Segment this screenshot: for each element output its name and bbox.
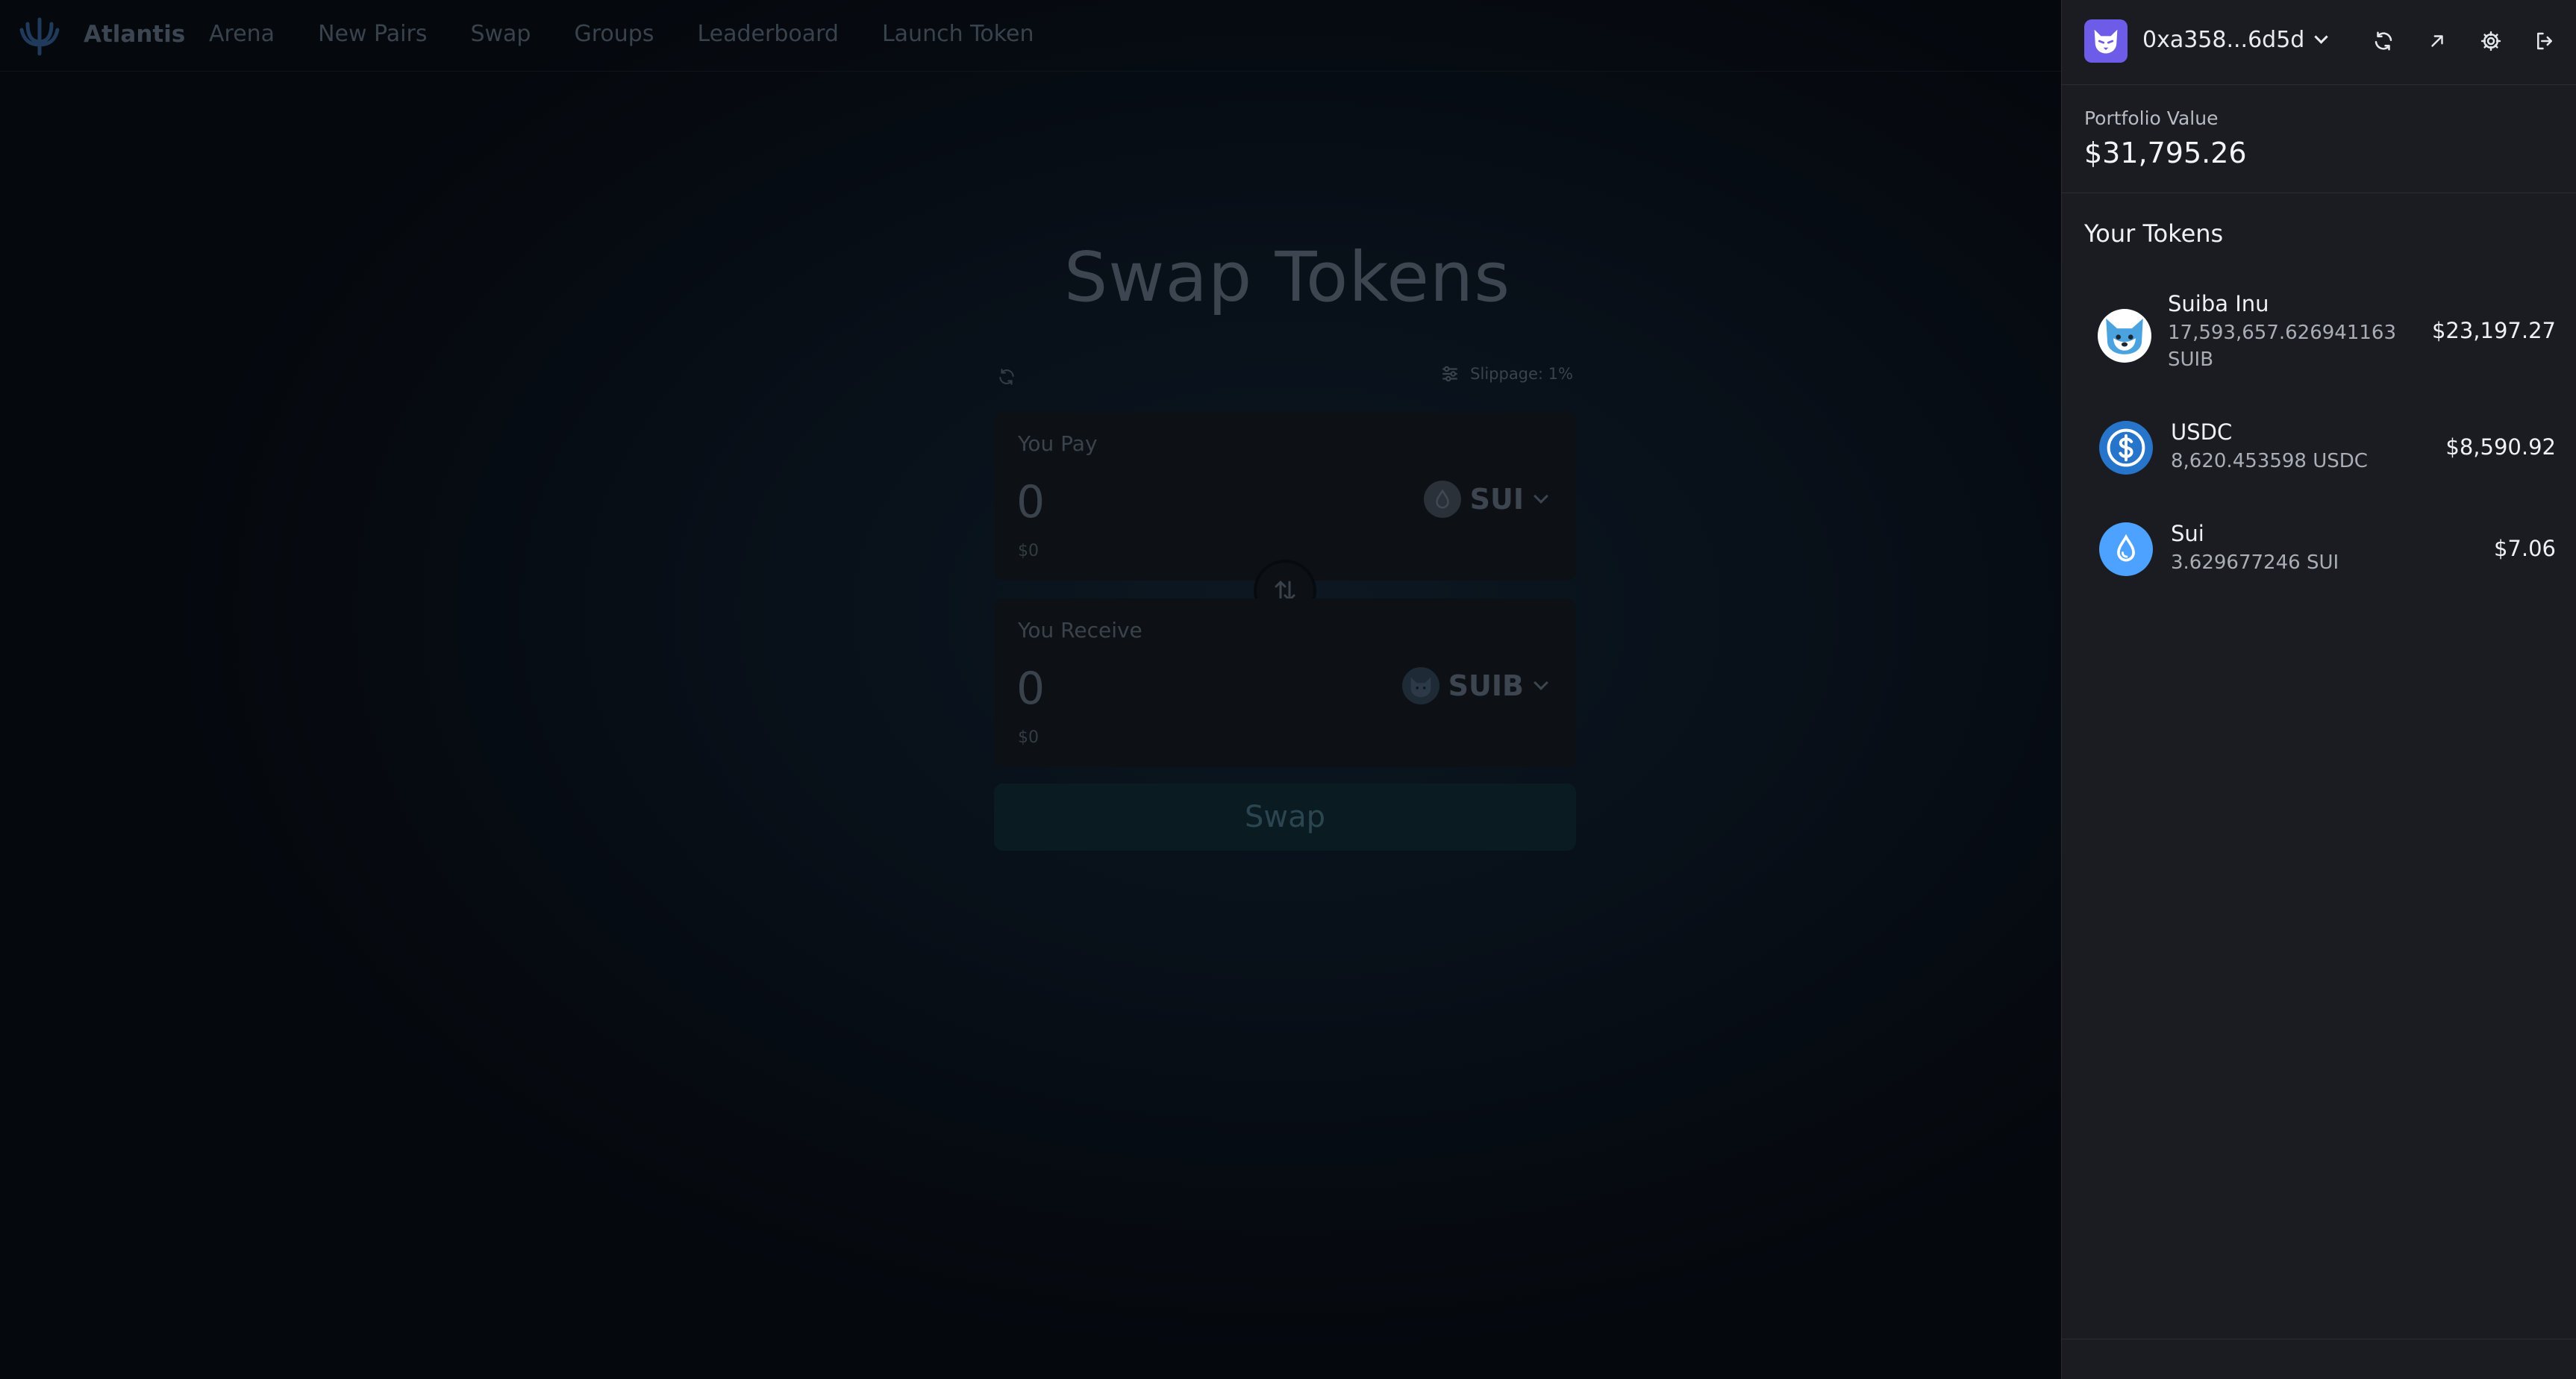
tokens-heading: Your Tokens [2084,219,2224,248]
token-balance: 3.629677246 SUI [2171,551,2339,574]
wallet-address: 0xa358...6d5d [2142,27,2305,53]
token-balance: 8,620.453598 USDC [2171,450,2368,472]
token-name: USDC [2171,419,2233,445]
token-row[interactable]: USDC 8,620.453598 USDC $8,590.92 [2084,419,2556,479]
nav-link-launch-token[interactable]: Launch Token [882,21,1034,47]
wallet-address-dropdown[interactable]: 0xa358...6d5d [2142,27,2329,53]
token-row[interactable]: Suiba Inu 17,593,657.626941163 SUIB $23,… [2084,291,2556,381]
pay-token-selector[interactable]: SUI [1423,481,1548,518]
shiba-icon [2098,309,2151,363]
nav-link-leaderboard[interactable]: Leaderboard [697,21,839,47]
nav-links: Arena New Pairs Swap Groups Leaderboard … [209,21,1077,47]
nav-link-groups[interactable]: Groups [574,21,654,47]
brand-name[interactable]: Atlantis [84,21,185,48]
shiba-icon [1401,667,1439,704]
receive-label: You Receive [1018,618,1142,642]
external-link-icon[interactable] [2422,25,2453,57]
swap-toolbar: Slippage: 1% [984,358,1586,397]
chevron-down-icon [2314,30,2329,44]
token-name: Sui [2171,521,2204,546]
chevron-down-icon [1534,489,1548,504]
gear-icon[interactable] [2475,25,2507,57]
pay-label: You Pay [1018,431,1098,456]
token-balance: 17,593,657.626941163 SUIB [2168,322,2397,371]
token-value: $7.06 [2493,536,2556,561]
app-root: Atlantis Arena New Pairs Swap Groups Lea… [0,0,2576,1379]
pay-token-symbol: SUI [1469,483,1524,516]
pay-usd-value: $0 [1018,542,1039,560]
token-value: $8,590.92 [2445,434,2556,460]
receive-usd-value: $0 [1018,728,1039,747]
receive-amount-input[interactable]: 0 [1016,663,1045,715]
logout-icon[interactable] [2529,25,2560,57]
token-name: Suiba Inu [2168,291,2269,316]
swap-card: Slippage: 1% You Pay 0 $0 SUI You Receiv… [984,352,1586,857]
chevron-down-icon [1534,675,1548,690]
portfolio-value-block: Portfolio Value $31,795.26 [2084,107,2247,169]
avatar[interactable] [2084,19,2128,63]
swap-button[interactable]: Swap [994,784,1576,851]
wallet-actions [2368,25,2560,57]
pay-panel: You Pay 0 $0 SUI [994,412,1576,581]
refresh-icon[interactable] [2368,25,2399,57]
wolf-avatar-icon [2094,29,2118,54]
sui-drop-icon [1423,481,1461,518]
receive-token-selector[interactable]: SUIB [1401,667,1548,704]
token-row[interactable]: Sui 3.629677246 SUI $7.06 [2084,521,2556,581]
slippage-setting[interactable]: Slippage: 1% [1440,364,1573,384]
nav-link-new-pairs[interactable]: New Pairs [318,21,427,47]
nav-link-arena[interactable]: Arena [209,21,275,47]
pay-amount-input[interactable]: 0 [1016,476,1045,528]
slippage-label: Slippage: 1% [1470,365,1573,383]
wallet-header: 0xa358...6d5d [2062,0,2576,85]
wallet-panel: 0xa358...6d5d Portfolio Value $31,795.26… [2061,0,2576,1379]
page-title: Swap Tokens [1063,237,1511,317]
refresh-icon[interactable] [997,367,1016,387]
usdc-icon [2099,421,2153,475]
nav-link-swap[interactable]: Swap [470,21,531,47]
trident-logo-icon[interactable] [18,15,61,58]
sui-drop-icon [2099,522,2153,576]
receive-panel: You Receive 0 $0 SUIB [994,598,1576,767]
portfolio-value: $31,795.26 [2084,137,2247,169]
top-nav: Atlantis Arena New Pairs Swap Groups Lea… [0,0,2061,72]
sliders-icon [1442,366,1457,382]
portfolio-label: Portfolio Value [2084,107,2219,129]
receive-token-symbol: SUIB [1448,669,1524,702]
token-value: $23,197.27 [2431,318,2556,343]
